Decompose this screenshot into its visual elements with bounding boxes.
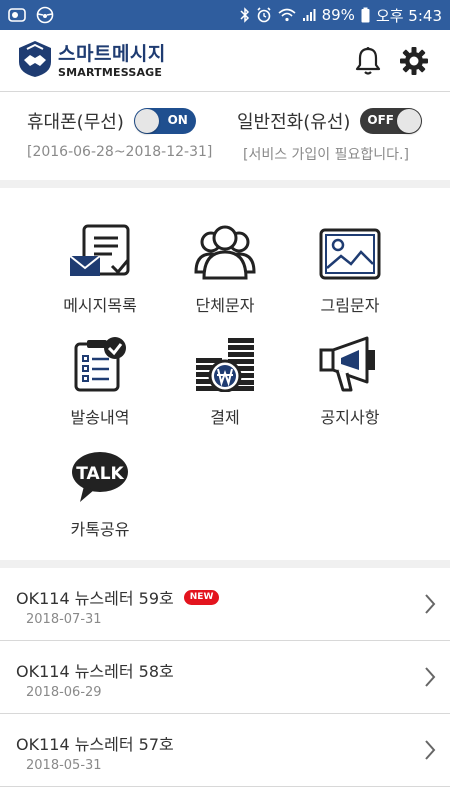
landline-switch[interactable]: OFF: [360, 108, 423, 134]
list-item[interactable]: OK114 뉴스레터 57호 2018-05-31: [0, 714, 450, 787]
landline-label: 일반전화(유선): [237, 112, 351, 133]
menu-picture-message[interactable]: 그림문자: [290, 222, 410, 316]
new-badge: NEW: [183, 589, 220, 605]
list-item[interactable]: OK114 뉴스레터 58호 2018-06-29: [0, 641, 450, 714]
signal-icon: [302, 8, 316, 22]
battery-icon: [361, 7, 370, 23]
mobile-switch[interactable]: ON: [133, 108, 196, 134]
menu-label: 발송내역: [70, 408, 130, 427]
menu-label: 카톡공유: [70, 520, 130, 539]
chevron-right-icon: [424, 739, 436, 765]
line-toggles: 휴대폰(무선) ON [2016-06-28~2018-12-31] 일반전화(…: [0, 92, 450, 180]
newsletter-title: OK114 뉴스레터 58호: [16, 662, 174, 681]
menu-kakao-share[interactable]: TALK 카톡공유: [40, 446, 160, 540]
menu-label: 그림문자: [320, 296, 380, 315]
settings-gear-icon[interactable]: [399, 46, 429, 80]
talk-icon: TALK: [70, 450, 130, 508]
switch-state: OFF: [367, 113, 395, 127]
section-divider: [0, 180, 450, 188]
menu-grid: 메시지목록 단체문자 그림문자 발송내역 결제 공지사항 TALK 카톡공유: [0, 188, 450, 560]
app-logo: 스마트메시지 SMARTMESSAGE: [18, 40, 166, 82]
newsletter-title: OK114 뉴스레터 57호: [16, 735, 174, 754]
notification-bell-icon[interactable]: [354, 46, 382, 80]
newsletter-date: 2018-07-31: [26, 612, 102, 627]
logo-subtitle: SMARTMESSAGE: [58, 65, 163, 79]
chevron-right-icon: [424, 666, 436, 692]
switch-knob: [397, 109, 422, 133]
alarm-icon: [256, 7, 272, 23]
newsletter-date: 2018-06-29: [26, 685, 102, 700]
mobile-label: 휴대폰(무선): [27, 112, 124, 133]
steering-wheel-icon: [36, 6, 54, 24]
handshake-logo-icon: [18, 40, 52, 82]
bluetooth-icon: [240, 7, 250, 23]
landline-note: [서비스 가입이 필요합니다.]: [243, 147, 409, 163]
app-header: 스마트메시지 SMARTMESSAGE: [0, 30, 450, 92]
mobile-toggle-group: 휴대폰(무선) ON [2016-06-28~2018-12-31]: [27, 108, 212, 160]
menu-label: 메시지목록: [63, 296, 137, 315]
wifi-icon: [278, 8, 296, 22]
won-coin-icon: [194, 336, 256, 396]
clipboard-check-icon: [73, 336, 127, 396]
newsletter-list: OK114 뉴스레터 59호 NEW 2018-07-31 OK114 뉴스레터…: [0, 568, 450, 787]
battery-percent: 89%: [321, 6, 355, 24]
logo-title: 스마트메시지: [58, 42, 166, 65]
newsletter-date: 2018-05-31: [26, 758, 102, 773]
menu-label: 단체문자: [195, 296, 255, 315]
group-icon: [194, 224, 256, 284]
status-bar: 89% 오후 5:43: [0, 0, 450, 30]
newsletter-title: OK114 뉴스레터 59호: [16, 589, 174, 608]
landline-toggle-group: 일반전화(유선) OFF [서비스 가입이 필요합니다.]: [237, 108, 423, 164]
switch-knob: [134, 109, 159, 133]
menu-label: 결제: [210, 408, 240, 427]
section-divider: [0, 560, 450, 568]
megaphone-icon: [319, 336, 381, 396]
list-item[interactable]: OK114 뉴스레터 59호 NEW 2018-07-31: [0, 568, 450, 641]
menu-send-history[interactable]: 발송내역: [40, 334, 160, 428]
clock: 오후 5:43: [375, 6, 442, 25]
menu-label: 공지사항: [320, 408, 380, 427]
message-list-icon: [68, 224, 132, 284]
talk-icon-text: TALK: [76, 464, 124, 484]
switch-state: ON: [167, 113, 188, 127]
chevron-right-icon: [424, 593, 436, 619]
menu-message-list[interactable]: 메시지목록: [40, 222, 160, 316]
mobile-period: [2016-06-28~2018-12-31]: [27, 144, 213, 160]
menu-payment[interactable]: 결제: [165, 334, 285, 428]
gallery-app-icon: [8, 7, 26, 23]
menu-group-message[interactable]: 단체문자: [165, 222, 285, 316]
picture-icon: [319, 228, 381, 284]
menu-notice[interactable]: 공지사항: [290, 334, 410, 428]
